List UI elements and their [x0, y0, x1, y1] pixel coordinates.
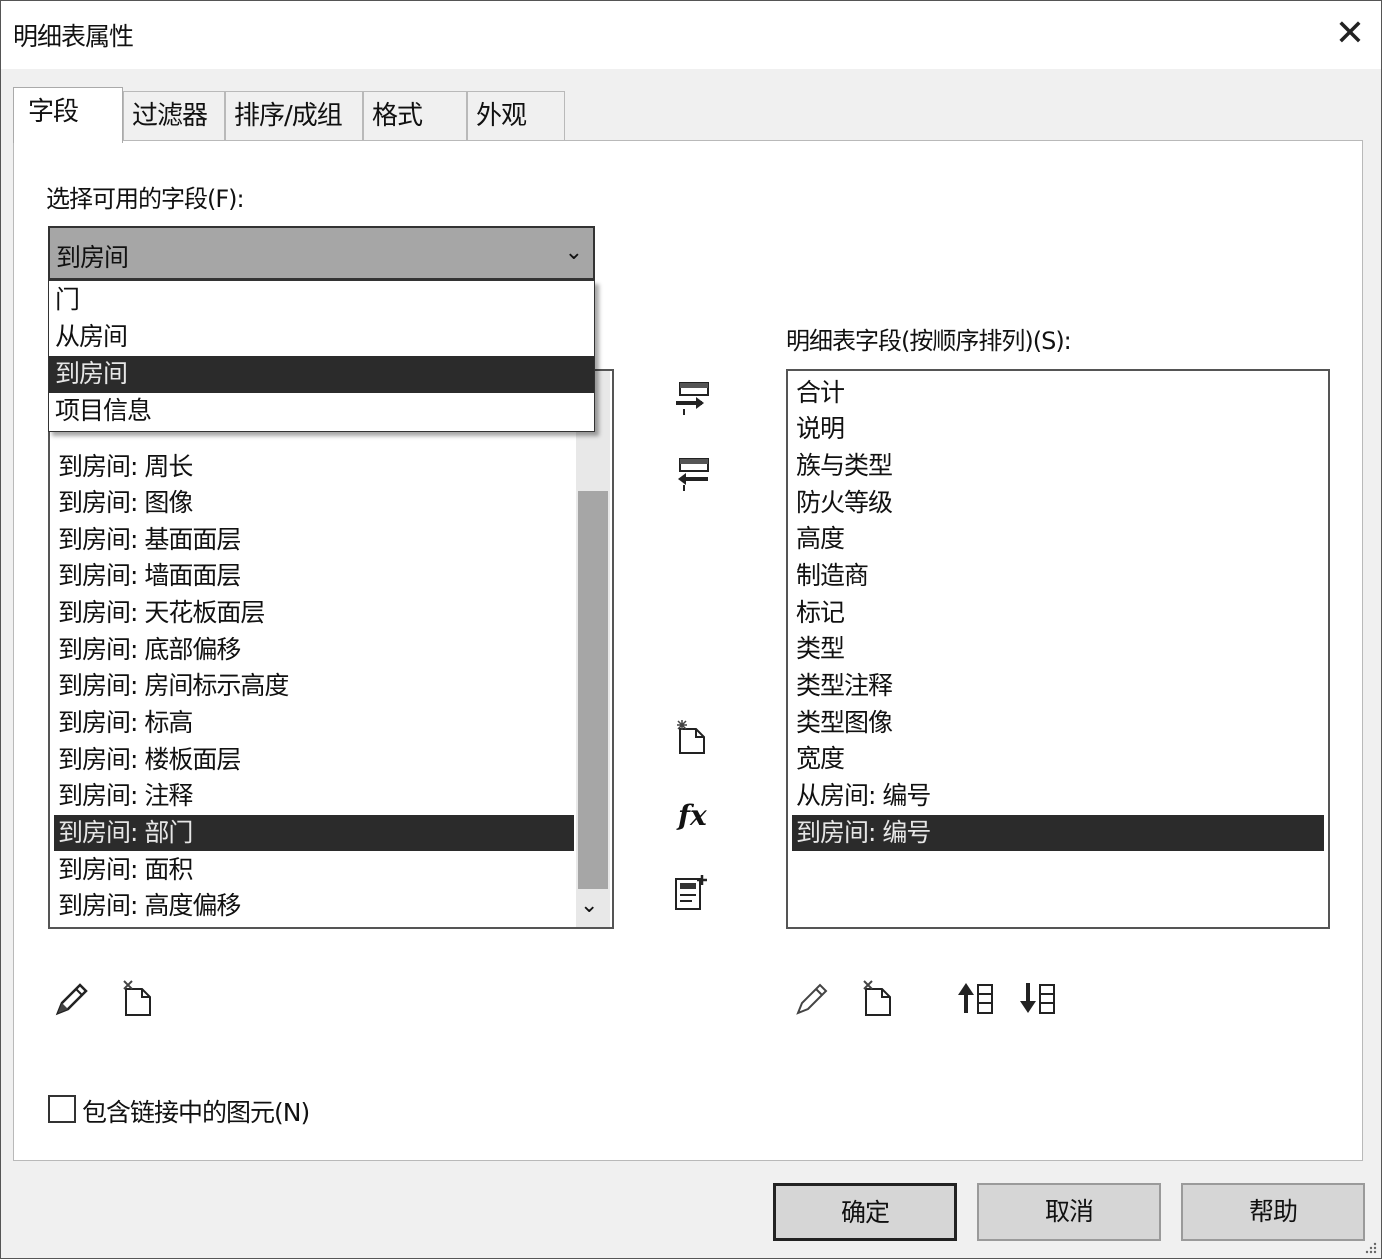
list-item[interactable]: 防火等级: [792, 485, 893, 521]
list-item[interactable]: 到房间: 基面面层: [54, 522, 241, 558]
tab-fields[interactable]: 字段: [13, 87, 123, 143]
tab-appearance[interactable]: 外观: [467, 91, 565, 141]
dropdown-option-from-room[interactable]: 从房间: [49, 319, 594, 356]
list-item[interactable]: 到房间: 图像: [54, 485, 193, 521]
list-item[interactable]: 说明: [792, 411, 845, 447]
list-item[interactable]: 制造商: [792, 558, 869, 594]
list-item[interactable]: 合计: [792, 375, 845, 411]
calculated-value-icon[interactable]: fx: [678, 799, 707, 832]
scrollbar-thumb[interactable]: [578, 491, 608, 889]
add-parameter-icon[interactable]: [672, 379, 712, 419]
close-icon[interactable]: ✕: [1329, 13, 1371, 55]
fields-panel: 选择可用的字段(F): 到房间: 名称 到房间: 周长 到房间: 图像 到房间:…: [13, 140, 1363, 1161]
edit-parameter-icon[interactable]: [792, 979, 832, 1019]
new-parameter-icon[interactable]: [674, 719, 710, 757]
chevron-down-icon[interactable]: ⌄: [565, 240, 583, 265]
list-item[interactable]: 到房间: 天花板面层: [54, 595, 265, 631]
scheduled-fields-list[interactable]: 合计 说明 族与类型 防火等级 高度 制造商 标记 类型 类型注释 类型图像 宽…: [786, 369, 1330, 929]
combine-parameters-icon[interactable]: [672, 873, 710, 913]
delete-parameter-icon[interactable]: [120, 979, 158, 1019]
list-item[interactable]: 到房间: 房间标示高度: [54, 668, 289, 704]
available-list-scrollbar[interactable]: ⌄: [576, 371, 610, 927]
list-item[interactable]: 到房间: 面积: [54, 852, 193, 888]
help-button[interactable]: 帮助: [1181, 1183, 1365, 1241]
dialog-window: 明细表属性 ✕ 字段 过滤器 排序/成组 格式 外观 选择可用的字段(F): 到…: [0, 0, 1382, 1259]
category-dropdown[interactable]: 门 从房间 到房间 项目信息: [48, 280, 595, 432]
dropdown-option-project-info[interactable]: 项目信息: [49, 393, 594, 430]
list-item[interactable]: 从房间: 编号: [792, 778, 931, 814]
cancel-button[interactable]: 取消: [977, 1183, 1161, 1241]
list-item[interactable]: 类型图像: [792, 705, 893, 741]
include-linked-checkbox[interactable]: [48, 1095, 76, 1123]
list-item[interactable]: 到房间: 注释: [54, 778, 193, 814]
list-item[interactable]: 到房间: 高度偏移: [54, 888, 241, 924]
list-item[interactable]: 到房间: 墙面面层: [54, 558, 241, 594]
list-item[interactable]: 到房间: 楼板面层: [54, 742, 241, 778]
list-item[interactable]: 类型: [792, 631, 845, 667]
move-down-icon[interactable]: [1018, 979, 1060, 1019]
field-category-combo[interactable]: 到房间 ⌄: [48, 226, 595, 280]
scroll-down-icon[interactable]: ⌄: [580, 893, 598, 918]
move-up-icon[interactable]: [956, 979, 998, 1019]
dropdown-option-to-room[interactable]: 到房间: [49, 356, 594, 393]
list-item[interactable]: 族与类型: [792, 448, 893, 484]
list-item[interactable]: 到房间: 标高: [54, 705, 193, 741]
available-fields-label: 选择可用的字段(F):: [46, 185, 245, 213]
scheduled-fields-label: 明细表字段(按顺序排列)(S):: [786, 327, 1072, 355]
list-item[interactable]: 高度: [792, 521, 845, 557]
list-item-selected[interactable]: 到房间: 编号: [792, 815, 1324, 851]
list-item[interactable]: 类型注释: [792, 668, 893, 704]
combo-value: 到房间: [56, 243, 129, 272]
include-linked-label: 包含链接中的图元(N): [82, 1098, 310, 1127]
list-item[interactable]: 到房间: 周长: [54, 449, 193, 485]
dropdown-option-door[interactable]: 门: [49, 282, 594, 319]
tab-filter[interactable]: 过滤器: [123, 91, 225, 141]
list-item-selected[interactable]: 到房间: 部门: [54, 815, 574, 851]
list-item[interactable]: 标记: [792, 595, 845, 631]
title-bar: 明细表属性 ✕: [1, 1, 1381, 69]
dialog-title: 明细表属性: [13, 22, 134, 51]
resize-grip-icon[interactable]: [1363, 1240, 1377, 1254]
remove-parameter-icon[interactable]: [672, 455, 712, 495]
edit-parameter-icon[interactable]: [52, 979, 92, 1019]
tab-sorting-grouping[interactable]: 排序/成组: [225, 91, 363, 141]
list-item[interactable]: 到房间: 底部偏移: [54, 632, 241, 668]
available-fields-list[interactable]: 到房间: 名称 到房间: 周长 到房间: 图像 到房间: 基面面层 到房间: 墙…: [48, 369, 614, 929]
list-item[interactable]: 宽度: [792, 741, 845, 777]
delete-parameter-icon[interactable]: [860, 979, 898, 1019]
tab-formatting[interactable]: 格式: [363, 91, 467, 141]
ok-button[interactable]: 确定: [773, 1183, 957, 1241]
